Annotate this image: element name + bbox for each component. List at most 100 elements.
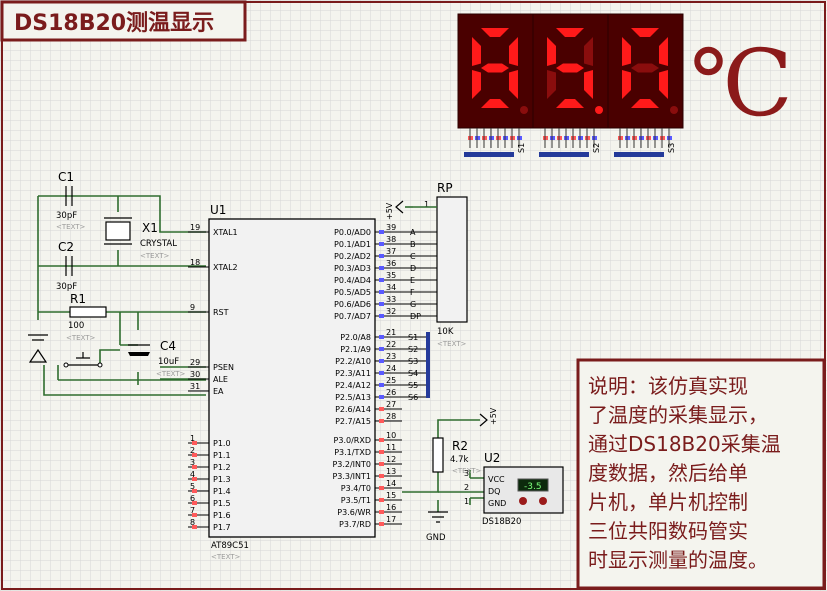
pin-number: 9 xyxy=(190,303,195,312)
pin-name: P1.6 xyxy=(213,511,231,520)
svg-text:10uF: 10uF xyxy=(158,357,179,367)
digit-select-label: S2 xyxy=(592,143,601,153)
pin-number: 34 xyxy=(386,283,396,292)
note-line: 了温度的采集显示， xyxy=(588,403,768,427)
pin-marker xyxy=(192,477,197,481)
svg-text:U2: U2 xyxy=(484,451,500,465)
pin-name: P0.2/AD2 xyxy=(334,252,371,261)
pin-name: P0.7/AD7 xyxy=(334,312,371,321)
svg-text:AT89C51: AT89C51 xyxy=(211,541,249,551)
svg-text:30pF: 30pF xyxy=(56,211,77,221)
note-line: 通过DS18B20采集温 xyxy=(588,432,781,456)
pin-marker xyxy=(379,462,384,466)
pin-marker xyxy=(192,489,197,493)
pin-name: P2.4/A12 xyxy=(335,381,371,390)
pin-marker xyxy=(379,266,384,270)
net-label: S5 xyxy=(408,381,418,390)
pin-marker xyxy=(379,230,384,234)
svg-text:30pF: 30pF xyxy=(56,282,77,292)
pin-marker xyxy=(379,242,384,246)
pin-name: P1.5 xyxy=(213,499,231,508)
bus-bar xyxy=(464,152,514,157)
pin-number: 25 xyxy=(386,376,396,385)
pin-name: PSEN xyxy=(213,363,234,372)
unit-label: ℃ xyxy=(690,30,793,137)
pin-name: P2.5/A13 xyxy=(335,393,371,402)
digit-select-label: S3 xyxy=(667,143,676,153)
net-label: F xyxy=(410,288,415,297)
pin-marker xyxy=(192,501,197,505)
svg-text:GND: GND xyxy=(426,533,446,543)
pin-number: 18 xyxy=(190,258,200,267)
pin-name: P0.6/AD6 xyxy=(334,300,371,309)
svg-text:C1: C1 xyxy=(58,170,74,184)
pin-marker xyxy=(379,498,384,502)
pin-number: 33 xyxy=(386,295,396,304)
svg-text:+5V: +5V xyxy=(385,202,394,220)
svg-text:C2: C2 xyxy=(58,240,74,254)
net-label: A xyxy=(410,228,416,237)
pin-marker xyxy=(379,335,384,339)
svg-text:DS18B20: DS18B20 xyxy=(482,517,521,527)
pin-marker xyxy=(379,486,384,490)
pin-number: 29 xyxy=(190,358,200,367)
pin-marker xyxy=(379,254,384,258)
pin-marker xyxy=(379,359,384,363)
pin-number: 30 xyxy=(190,370,200,379)
pin-number: 15 xyxy=(386,491,396,500)
pin-name: P3.7/RD xyxy=(339,520,371,529)
svg-text:U1: U1 xyxy=(210,203,226,217)
pin-number: 17 xyxy=(386,515,396,524)
pin-name: EA xyxy=(213,387,224,396)
svg-text:3: 3 xyxy=(464,469,469,478)
svg-text:<TEXT>: <TEXT> xyxy=(211,553,241,561)
pin-marker xyxy=(379,438,384,442)
pin-name: P3.1/TXD xyxy=(334,448,371,457)
svg-text:<TEXT>: <TEXT> xyxy=(56,223,86,231)
pin-marker xyxy=(379,450,384,454)
pin-name: P3.6/WR xyxy=(337,508,371,517)
pin-marker xyxy=(379,407,384,411)
net-label: S1 xyxy=(408,333,418,342)
net-label: G xyxy=(410,300,416,309)
svg-text:C4: C4 xyxy=(160,339,176,353)
svg-text:R2: R2 xyxy=(452,439,468,453)
pin-name: P2.2/A10 xyxy=(335,357,371,366)
bus-s xyxy=(426,332,430,398)
digit-select-label: S1 xyxy=(517,143,526,153)
pin-name: P3.4/T0 xyxy=(341,484,371,493)
pin-name: P0.3/AD3 xyxy=(334,264,371,273)
pin-number: 13 xyxy=(386,467,396,476)
net-label: C xyxy=(410,252,416,261)
sensor-reading: -3.5 xyxy=(524,482,542,492)
pin-name: P3.0/RXD xyxy=(334,436,371,445)
pin-number: 32 xyxy=(386,307,396,316)
svg-text:R1: R1 xyxy=(70,292,86,306)
pin-number: 37 xyxy=(386,247,396,256)
decimal-point xyxy=(595,106,603,114)
svg-text:4.7k: 4.7k xyxy=(450,455,469,465)
pin-name: P1.2 xyxy=(213,463,231,472)
pin-name: P3.5/T1 xyxy=(341,496,371,505)
svg-text:CRYSTAL: CRYSTAL xyxy=(140,239,177,249)
net-label: S6 xyxy=(408,393,418,402)
net-label: S2 xyxy=(408,345,418,354)
pin-marker xyxy=(379,395,384,399)
pin-name: P3.3/INT1 xyxy=(332,472,371,481)
pin-name: P0.1/AD1 xyxy=(334,240,371,249)
page-title: DS18B20测温显示 xyxy=(14,11,214,36)
pin-number: 31 xyxy=(190,382,200,391)
note-line: 度数据，然后给单 xyxy=(588,461,748,485)
pin-number: 27 xyxy=(386,400,396,409)
pin-number: 12 xyxy=(386,455,396,464)
note-line: 片机，单片机控制 xyxy=(588,490,748,514)
note-line: 说明：该仿真实现 xyxy=(588,374,748,398)
pin-marker xyxy=(379,347,384,351)
pin-name: RST xyxy=(213,308,229,317)
pin-marker xyxy=(379,290,384,294)
pin-number: 16 xyxy=(386,503,396,512)
svg-text:2: 2 xyxy=(464,483,469,492)
svg-text:X1: X1 xyxy=(142,221,158,235)
pin-name: XTAL1 xyxy=(213,228,238,237)
svg-text:VCC: VCC xyxy=(488,475,505,484)
